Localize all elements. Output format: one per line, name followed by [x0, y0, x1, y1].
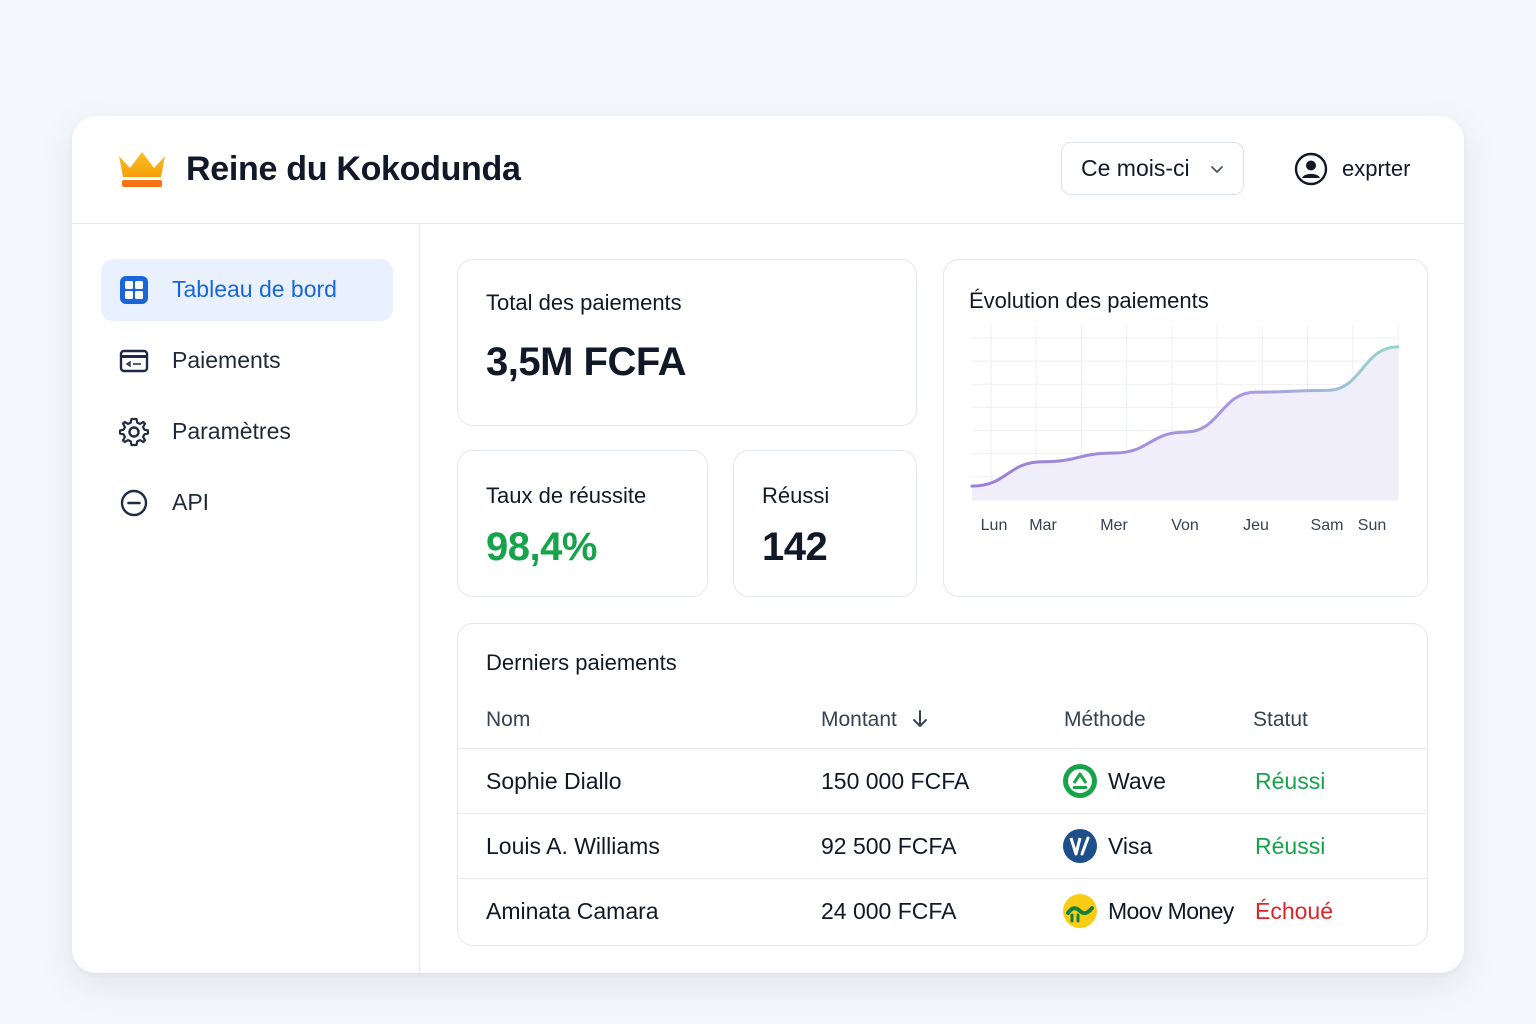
app-title: Reine du Kokodunda	[186, 150, 521, 188]
user-menu[interactable]: exprter	[1294, 152, 1410, 186]
chart-x-tick-label: Jeu	[1243, 517, 1269, 534]
table-row[interactable]: Sophie Diallo 150 000 FCFA Wave Réussi	[458, 748, 1427, 813]
sidebar-item-settings[interactable]: Paramètres	[101, 401, 393, 463]
sidebar-item-api[interactable]: API	[101, 472, 393, 534]
sidebar: Tableau de bord Paiements Paramètres API	[72, 224, 420, 973]
visa-logo-icon	[1063, 829, 1097, 863]
success-count-card: Réussi 142	[733, 450, 917, 597]
status-badge: Réussi	[1255, 768, 1326, 794]
period-select[interactable]: Ce mois-ci	[1061, 142, 1244, 195]
success-count-value: 142	[762, 525, 828, 569]
api-circle-icon	[120, 489, 148, 517]
payment-method: Wave	[1108, 768, 1166, 794]
sort-down-arrow-icon	[912, 710, 927, 727]
chart-x-tick-label: Mer	[1100, 517, 1128, 534]
sidebar-item-label: Paramètres	[172, 418, 291, 444]
status-badge: Échoué	[1255, 898, 1334, 924]
column-header-amount[interactable]: Montant	[821, 708, 929, 732]
dashboard-grid-icon	[120, 276, 148, 304]
sidebar-item-label: Paiements	[172, 347, 281, 373]
table-row[interactable]: Aminata Camara 24 000 FCFA Moov Money Éc…	[458, 878, 1427, 943]
chart-x-tick-label: Mar	[1029, 517, 1057, 534]
payment-amount: 150 000 FCFA	[821, 768, 970, 794]
total-payments-label: Total des paiements	[486, 290, 682, 315]
chart-x-ticks: Lun Mar Mer Von Jeu Sam Sun	[981, 517, 1387, 534]
success-rate-label: Taux de réussite	[486, 483, 647, 508]
column-header-status[interactable]: Statut	[1253, 708, 1308, 732]
table-row[interactable]: Louis A. Williams 92 500 FCFA Visa Réuss…	[458, 813, 1427, 878]
chart-x-tick-label: Sam	[1311, 517, 1344, 534]
payments-chart: Lun Mar Mer Von Jeu Sam Sun	[970, 326, 1400, 534]
wave-logo-icon	[1063, 764, 1097, 798]
success-rate-card: Taux de réussite 98,4%	[457, 450, 708, 597]
sidebar-item-label: Tableau de bord	[172, 276, 337, 302]
chart-x-tick-label: Von	[1171, 517, 1199, 534]
gear-icon	[119, 417, 149, 447]
success-rate-value: 98,4%	[486, 525, 597, 569]
payments-chart-card: Évolution des paiements Lun Mar Mer Von Jeu S…	[943, 259, 1428, 597]
user-label: exprter	[1342, 156, 1411, 181]
period-select-value: Ce mois-ci	[1081, 155, 1190, 181]
sidebar-item-payments[interactable]: Paiements	[101, 330, 393, 392]
payment-amount: 92 500 FCFA	[821, 833, 957, 859]
header: Reine du Kokodunda Ce mois-ci exprter	[72, 116, 1464, 224]
user-avatar-icon	[1294, 152, 1328, 186]
moov-money-logo-icon	[1063, 894, 1097, 928]
payer-name: Aminata Camara	[486, 898, 659, 924]
payment-method: Moov Money	[1108, 898, 1234, 924]
total-payments-value: 3,5M FCFA	[486, 340, 686, 384]
chart-x-tick-label: Lun	[981, 517, 1008, 534]
column-header-name[interactable]: Nom	[486, 708, 530, 732]
table-title: Derniers paiements	[486, 650, 677, 675]
sidebar-item-dashboard[interactable]: Tableau de bord	[101, 259, 393, 321]
total-payments-card: Total des paiements 3,5M FCFA	[457, 259, 917, 426]
payer-name: Sophie Diallo	[486, 768, 622, 794]
crown-icon	[119, 152, 165, 187]
success-count-label: Réussi	[762, 483, 830, 508]
recent-payments-card: Derniers paiements Nom Montant Méthode S…	[457, 623, 1428, 946]
sidebar-item-label: API	[172, 489, 210, 515]
payment-amount: 24 000 FCFA	[821, 898, 957, 924]
chart-x-tick-label: Sun	[1358, 517, 1386, 534]
column-header-method[interactable]: Méthode	[1064, 708, 1146, 732]
payment-card-icon	[119, 349, 149, 373]
status-badge: Réussi	[1255, 833, 1326, 859]
chevron-down-icon	[1211, 166, 1223, 173]
payment-method: Visa	[1108, 833, 1153, 859]
column-header-amount-label: Montant	[821, 708, 897, 731]
payer-name: Louis A. Williams	[486, 833, 660, 859]
app-window: Reine du Kokodunda Ce mois-ci exprter Ta…	[72, 116, 1464, 973]
